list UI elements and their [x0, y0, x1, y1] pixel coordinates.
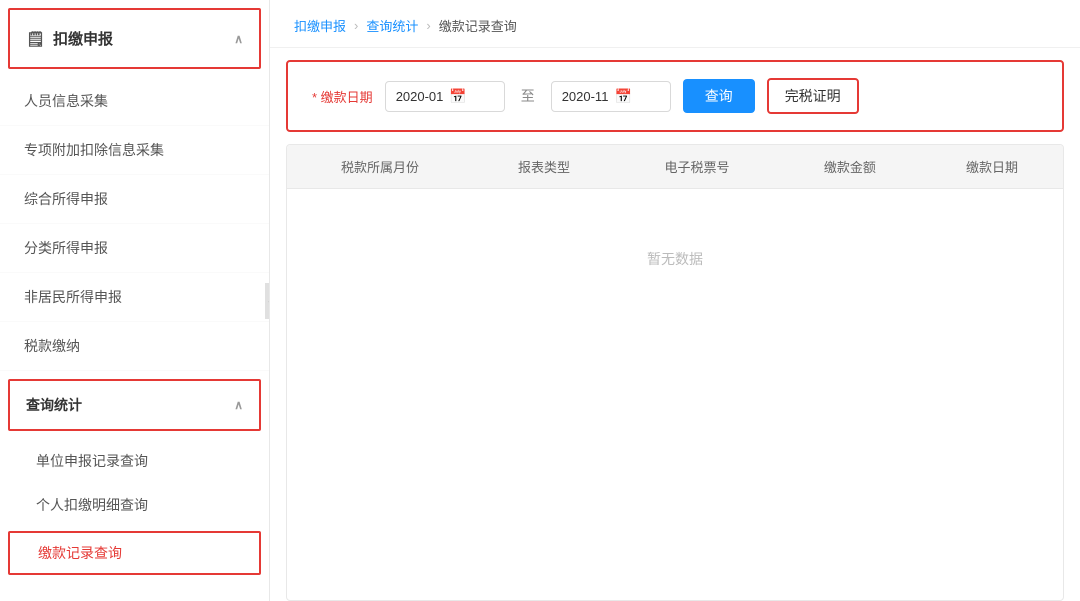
query-button[interactable]: 查询 — [683, 79, 755, 113]
date-to-value: 2020-11 — [562, 89, 609, 104]
sidebar-item-payment-record[interactable]: 缴款记录查询 — [8, 531, 261, 575]
sidebar-collapse-button[interactable]: ◀ — [265, 283, 270, 319]
payment-records-table: 税款所属月份 报表类型 电子税票号 缴款金额 缴款日期 暂无数据 — [287, 145, 1063, 329]
sidebar-item-unit-report-query[interactable]: 单位申报记录查询 — [0, 439, 269, 483]
filter-bar: 缴款日期 2020-01 📅 至 2020-11 📅 查询 完税证明 — [286, 60, 1064, 132]
tax-payment-label: 税款缴纳 — [24, 338, 80, 354]
sidebar-item-personal-withholding[interactable]: 个人扣缴明细查询 — [0, 483, 269, 527]
sidebar: 🗒 扣缴申报 ∧ 人员信息采集 专项附加扣除信息采集 综合所得申报 分类所得申报… — [0, 0, 270, 601]
table-empty-text: 暂无数据 — [287, 189, 1063, 330]
breadcrumb-withholding[interactable]: 扣缴申报 — [294, 16, 346, 35]
personal-withholding-label: 个人扣缴明细查询 — [36, 497, 148, 513]
filter-date-label: 缴款日期 — [312, 87, 373, 106]
calendar-to-icon: 📅 — [614, 88, 631, 105]
personnel-info-label: 人员信息采集 — [24, 93, 108, 109]
non-resident-label: 非居民所得申报 — [24, 289, 122, 305]
col-report-type: 报表类型 — [473, 145, 615, 189]
sidebar-header-arrow: ∧ — [234, 32, 243, 46]
comprehensive-income-label: 综合所得申报 — [24, 191, 108, 207]
cert-button[interactable]: 完税证明 — [767, 78, 859, 114]
classified-income-label: 分类所得申报 — [24, 240, 108, 256]
sidebar-item-personnel-info[interactable]: 人员信息采集 — [0, 77, 269, 126]
payment-record-label: 缴款记录查询 — [38, 545, 122, 561]
main-content: 扣缴申报 › 查询统计 › 缴款记录查询 缴款日期 2020-01 📅 至 20… — [270, 0, 1080, 601]
date-from-value: 2020-01 — [396, 89, 444, 104]
date-from-input[interactable]: 2020-01 📅 — [385, 81, 505, 112]
sidebar-item-classified-income[interactable]: 分类所得申报 — [0, 224, 269, 273]
query-stats-label: 查询统计 — [26, 395, 82, 415]
sidebar-item-tax-payment[interactable]: 税款缴纳 — [0, 322, 269, 371]
query-stats-arrow: ∧ — [234, 398, 243, 412]
sidebar-section-query-stats[interactable]: 查询统计 ∧ — [8, 379, 261, 431]
sidebar-header-label: 扣缴申报 — [53, 28, 113, 49]
date-separator: 至 — [517, 86, 539, 106]
col-e-tax-no: 电子税票号 — [615, 145, 779, 189]
col-date: 缴款日期 — [921, 145, 1063, 189]
special-deduction-label: 专项附加扣除信息采集 — [24, 142, 164, 158]
date-to-input[interactable]: 2020-11 📅 — [551, 81, 671, 112]
sidebar-item-comprehensive-income[interactable]: 综合所得申报 — [0, 175, 269, 224]
sidebar-header-withholding[interactable]: 🗒 扣缴申报 ∧ — [8, 8, 261, 69]
unit-report-query-label: 单位申报记录查询 — [36, 453, 148, 469]
breadcrumb-payment-record: 缴款记录查询 — [439, 16, 517, 35]
breadcrumb-query-stats[interactable]: 查询统计 — [366, 16, 418, 35]
table-container: 税款所属月份 报表类型 电子税票号 缴款金额 缴款日期 暂无数据 — [286, 144, 1064, 601]
breadcrumb-sep-1: › — [354, 18, 358, 33]
col-month: 税款所属月份 — [287, 145, 473, 189]
sidebar-item-special-deduction[interactable]: 专项附加扣除信息采集 — [0, 126, 269, 175]
calendar-from-icon: 📅 — [449, 88, 466, 105]
breadcrumb: 扣缴申报 › 查询统计 › 缴款记录查询 — [270, 0, 1080, 48]
sidebar-item-non-resident[interactable]: 非居民所得申报 — [0, 273, 269, 322]
col-amount: 缴款金额 — [779, 145, 921, 189]
withholding-icon: 🗒 — [26, 30, 45, 48]
table-empty-row: 暂无数据 — [287, 189, 1063, 330]
breadcrumb-sep-2: › — [426, 18, 430, 33]
